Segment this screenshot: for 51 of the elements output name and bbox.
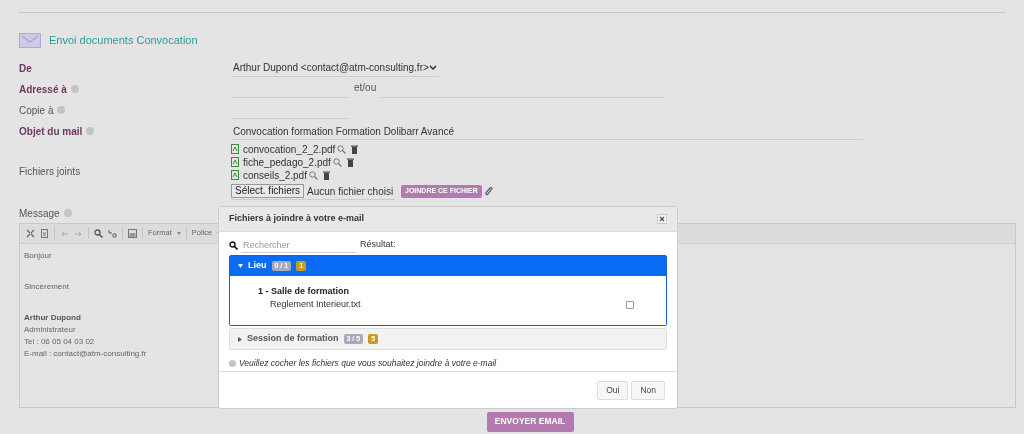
message-line: Bonjour [24, 249, 52, 262]
caret-right-icon [238, 336, 242, 342]
separator-text: et/ou [353, 81, 378, 95]
file-link[interactable]: fiche_pedago_2.pdf [243, 154, 331, 170]
section-title: 1 - Salle de formation [258, 285, 351, 297]
result-label: Résultat: [360, 238, 396, 252]
message-line: Tel : 06 05 04 03 02 [24, 335, 95, 348]
trash-icon[interactable] [351, 144, 359, 154]
message-line: Administrateur [24, 323, 76, 336]
page-title: Envoi documents Convocation [49, 33, 198, 48]
search-icon[interactable] [94, 228, 103, 238]
dialog-button[interactable]: Non [631, 380, 665, 400]
caret-down-icon [238, 264, 243, 268]
message-line: Arthur Dupond [24, 311, 81, 324]
info-icon [229, 359, 236, 367]
maximize-icon[interactable] [26, 228, 35, 238]
pdf-file-icon [231, 144, 239, 154]
close-button[interactable] [657, 214, 667, 224]
field-label: Copie à [19, 103, 54, 118]
group-name: Session de formation [247, 332, 339, 346]
field-label: Adressé à [19, 82, 67, 97]
no-file-text: Aucun fichier choisi [307, 184, 394, 199]
file-link[interactable]: convocation_2_2.pdf [243, 141, 336, 157]
field-label: Objet du mail [19, 124, 83, 139]
envelope-icon [19, 32, 41, 48]
help-text: Veuillez cocher les fichiers que vous souhaitez joindre à votre e-mail [239, 357, 497, 370]
field-label: Fichiers joints [19, 164, 81, 179]
search-icon [229, 240, 238, 250]
trash-icon[interactable] [322, 170, 330, 180]
message-line: Sincèrement [24, 280, 69, 293]
subject-field[interactable]: Convocation formation Formation Dolibarr Avancé [231, 122, 863, 140]
image-icon[interactable] [128, 228, 137, 238]
field-label: Message [19, 206, 60, 221]
search-field[interactable]: Rechercher [241, 237, 356, 253]
replace-icon[interactable] [108, 228, 117, 238]
field-label: De [19, 61, 32, 76]
zoom-icon[interactable] [308, 170, 318, 180]
sender-select[interactable]: Arthur Dupond <contact@atm-consulting.fr> [231, 59, 439, 77]
dialog-button[interactable]: Oui [597, 380, 629, 400]
file-link[interactable]: conseils_2.pdf [243, 167, 307, 183]
file-checkbox[interactable] [626, 300, 634, 309]
chevron-icon [429, 64, 437, 71]
trash-icon[interactable] [346, 157, 354, 167]
file-name: Reglement Interieur.txt [270, 297, 361, 311]
group-name: Lieu [248, 259, 267, 273]
paperclip-icon [484, 186, 493, 197]
document-icon[interactable] [40, 228, 49, 238]
pdf-file-icon [231, 157, 239, 167]
choose-files-button[interactable]: Sélect. fichiers [231, 184, 305, 198]
message-line: E-mail : contact@atm-consulting.fr [24, 347, 147, 360]
pdf-file-icon [231, 170, 239, 180]
